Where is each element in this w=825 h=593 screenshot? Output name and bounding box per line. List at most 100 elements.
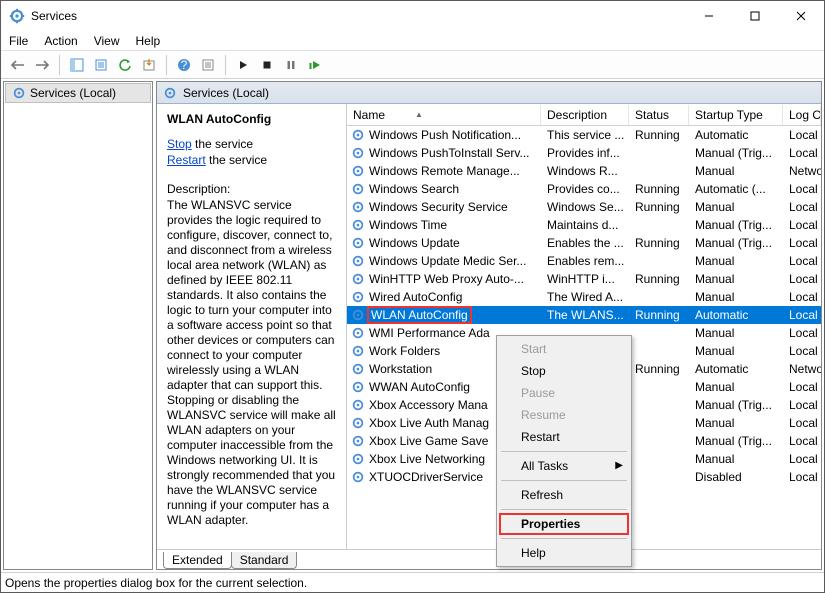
service-row[interactable]: Windows Update Medic Ser...Enables rem..… [347,252,821,270]
context-menu-item-resume: Resume [499,404,629,426]
service-status: Running [629,182,689,196]
menu-help[interactable]: Help [136,34,161,48]
main-pane: Services (Local) WLAN AutoConfig Stop th… [156,81,822,570]
service-name: Windows Remote Manage... [369,164,520,178]
description-label: Description: [167,182,336,196]
context-menu-item-properties[interactable]: Properties [499,513,629,535]
service-row[interactable]: Wired AutoConfigThe Wired A...ManualLoca… [347,288,821,306]
service-logon: Local Sy [783,290,821,304]
service-row[interactable]: Windows SearchProvides co...RunningAutom… [347,180,821,198]
service-logon: Local Sy [783,452,821,466]
service-row[interactable]: WLAN AutoConfigThe WLANS...RunningAutoma… [347,306,821,324]
gear-icon [351,452,365,466]
show-hide-tree-button[interactable] [66,54,88,76]
context-menu-separator [501,509,627,510]
gear-icon [351,200,365,214]
pause-service-button[interactable] [280,54,302,76]
toolbar: ? [1,51,824,79]
restart-service-link[interactable]: Restart [167,153,206,167]
service-name: Windows Push Notification... [369,128,521,142]
service-startup: Manual [689,164,783,178]
service-row[interactable]: Windows Push Notification... This service… [347,126,821,144]
service-name: Windows Security Service [369,200,508,214]
close-button[interactable] [778,1,824,31]
service-description: WinHTTP i... [541,272,629,286]
service-name: Xbox Live Auth Manag [369,416,489,430]
service-name: XTUOCDriverService [369,470,483,484]
gear-icon [351,398,365,412]
minimize-button[interactable] [686,1,732,31]
service-row[interactable]: Windows PushToInstall Serv...Provides in… [347,144,821,162]
gear-icon [351,254,365,268]
service-row[interactable]: WinHTTP Web Proxy Auto-...WinHTTP i...Ru… [347,270,821,288]
service-row[interactable]: Windows TimeMaintains d...Manual (Trig..… [347,216,821,234]
tab-extended[interactable]: Extended [163,552,232,569]
gear-icon [351,218,365,232]
service-startup: Manual [689,200,783,214]
context-menu-item-refresh[interactable]: Refresh [499,484,629,506]
gear-icon [351,326,365,340]
statusbar-text: Opens the properties dialog box for the … [5,576,307,590]
menu-file[interactable]: File [9,34,28,48]
gear-icon [351,164,365,178]
menu-view[interactable]: View [94,34,120,48]
back-button[interactable] [7,54,29,76]
service-row[interactable]: Windows UpdateEnables the ...RunningManu… [347,234,821,252]
service-status: Running [629,236,689,250]
service-description: The Wired A... [541,290,629,304]
extended-view-splitter: WLAN AutoConfig Stop the service Restart… [157,104,821,549]
service-description: Windows R... [541,164,629,178]
service-name: Xbox Live Game Save [369,434,488,448]
service-row[interactable]: Windows Security ServiceWindows Se...Run… [347,198,821,216]
service-logon: Local Sy [783,326,821,340]
export-button[interactable] [138,54,160,76]
context-menu-item-help[interactable]: Help [499,542,629,564]
col-header-name[interactable]: Name▲ [347,105,541,125]
service-row[interactable]: Windows Remote Manage... Windows R... Manu… [347,162,821,180]
service-name: Xbox Live Networking [369,452,485,466]
context-menu-item-all-tasks[interactable]: All Tasks▶ [499,455,629,477]
service-name: WLAN AutoConfig [367,306,472,324]
start-service-button[interactable] [232,54,254,76]
service-name: Xbox Accessory Mana [369,398,488,412]
menu-action[interactable]: Action [44,34,77,48]
stop-service-button[interactable] [256,54,278,76]
gear-icon [351,362,365,376]
description-text: The WLANSVC service provides the logic r… [167,198,336,528]
context-menu-item-pause: Pause [499,382,629,404]
gear-icon [351,236,365,250]
service-logon: Networ [783,164,821,178]
service-startup: Automatic [689,308,783,322]
restart-suffix: the service [206,153,267,167]
col-header-startup[interactable]: Startup Type [689,105,783,125]
tab-standard[interactable]: Standard [231,552,298,569]
col-header-logon[interactable]: Log On [783,105,821,125]
service-logon: Local Se [783,344,821,358]
refresh-button[interactable] [114,54,136,76]
gear-icon [351,182,365,196]
context-menu-item-stop[interactable]: Stop [499,360,629,382]
col-header-status[interactable]: Status [629,105,689,125]
export-list-button[interactable] [90,54,112,76]
gear-icon [351,380,365,394]
svg-text:?: ? [181,58,188,72]
context-menu-item-restart[interactable]: Restart [499,426,629,448]
stop-service-link[interactable]: Stop [167,137,192,151]
detail-panel: WLAN AutoConfig Stop the service Restart… [157,104,347,549]
properties-button[interactable] [197,54,219,76]
maximize-button[interactable] [732,1,778,31]
service-logon: Local Sy [783,182,821,196]
service-description: This service ... [541,128,629,142]
restart-service-button[interactable] [304,54,326,76]
service-startup: Manual (Trig... [689,236,783,250]
submenu-arrow-icon: ▶ [615,460,623,471]
service-startup: Manual (Trig... [689,146,783,160]
service-startup: Manual [689,380,783,394]
service-description: Maintains d... [541,218,629,232]
forward-button[interactable] [31,54,53,76]
tree-item-services-local[interactable]: Services (Local) [5,83,151,103]
service-description: Provides inf... [541,146,629,160]
service-status: Running [629,308,689,322]
col-header-description[interactable]: Description [541,105,629,125]
help-button[interactable]: ? [173,54,195,76]
